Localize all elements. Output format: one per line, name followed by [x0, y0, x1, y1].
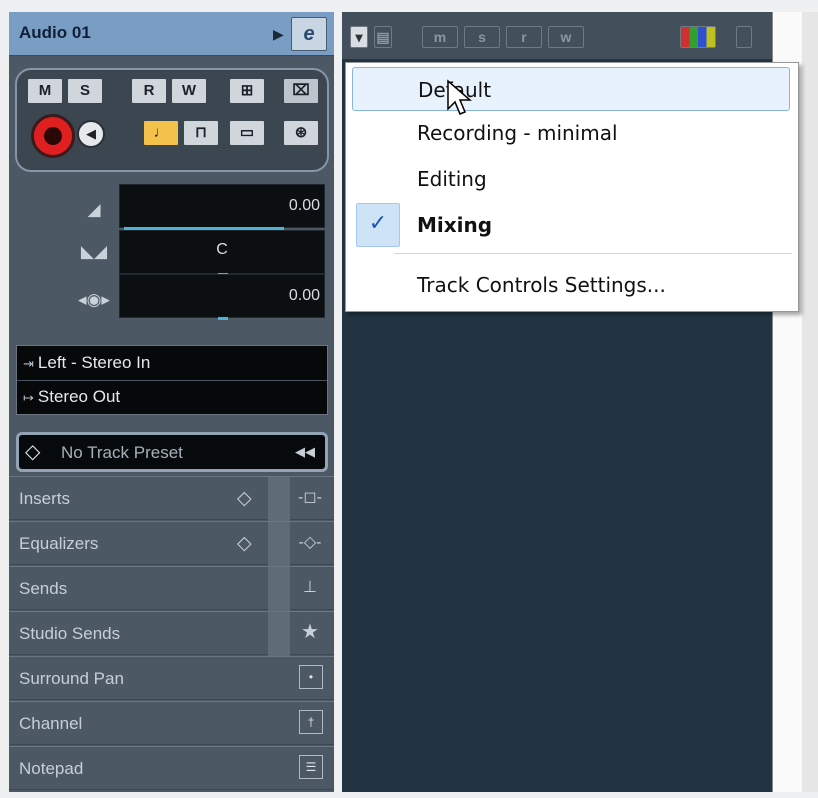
divider — [17, 380, 327, 381]
output-routing[interactable]: ↦ Stereo Out — [23, 382, 120, 412]
preset-arrows-icon[interactable]: ◀◀ — [295, 444, 315, 460]
section-notepad[interactable]: Notepad ☰ — [9, 746, 334, 790]
global-solo-button[interactable]: s — [464, 26, 500, 48]
menu-item-label: Recording - minimal — [417, 121, 618, 145]
scrollbar-handle[interactable] — [736, 26, 752, 48]
channel-icon[interactable]: † — [299, 710, 323, 734]
menu-item-editing[interactable]: Editing — [352, 157, 790, 201]
section-label: Channel — [19, 714, 83, 733]
menu-item-track-controls-settings[interactable]: Track Controls Settings... — [352, 263, 790, 307]
section-studio-sends[interactable]: Studio Sends ★ — [9, 611, 334, 656]
diamond-icon: ◇ — [237, 533, 252, 554]
track-header[interactable]: Audio 01 ▶ e — [9, 12, 334, 56]
checkmark-icon: ✓ — [356, 203, 400, 247]
section-label: Studio Sends — [19, 624, 121, 643]
section-surround-pan[interactable]: Surround Pan • — [9, 656, 334, 700]
surround-pan-icon[interactable]: • — [299, 665, 323, 689]
input-routing-label: Left - Stereo In — [37, 353, 151, 372]
write-automation-button[interactable]: W — [171, 78, 207, 104]
lock-icon[interactable]: ⊓ — [183, 120, 219, 146]
lane-display-icon[interactable]: ▭ — [229, 120, 265, 146]
routing-panel: ⇥ Left - Stereo In ↦ Stereo Out — [16, 345, 328, 415]
delay-field[interactable]: 0.00 — [119, 274, 325, 320]
section-equalizers[interactable]: Equalizers ◇ -◇- — [9, 521, 334, 566]
track-preset-field[interactable]: ◇ No Track Preset ◀◀ — [16, 432, 328, 472]
channel-config-icon[interactable]: ⊛ — [283, 120, 319, 146]
volume-field[interactable]: 0.00 — [119, 184, 325, 230]
level-controls: ◢ 0.00 ◣◢ C ◂◉▸ 0.00 — [9, 172, 334, 332]
delay-indicator — [218, 317, 228, 320]
notepad-icon[interactable]: ☰ — [299, 755, 323, 779]
expand-triangle-icon[interactable]: ▶ — [273, 26, 284, 43]
section-slot — [268, 612, 290, 656]
output-routing-label: Stereo Out — [37, 387, 121, 406]
track-inspector: Audio 01 ▶ e M S R W ⊞ ⌧ ◀ ♩ ⊓ ▭ ⊛ ◢ 0.0… — [9, 12, 334, 792]
section-label: Surround Pan — [19, 669, 124, 688]
input-icon: ⇥ — [23, 356, 34, 371]
menu-item-label: Track Controls Settings... — [417, 273, 666, 297]
lanes-icon[interactable]: ⊞ — [229, 78, 265, 104]
section-channel[interactable]: Channel † — [9, 701, 334, 745]
section-label: Equalizers — [19, 534, 99, 553]
section-slot — [268, 477, 290, 521]
record-enable-button[interactable] — [31, 114, 75, 158]
pan-field[interactable]: C — [119, 230, 325, 276]
section-slot — [268, 567, 290, 611]
section-sends[interactable]: Sends ⊥ — [9, 566, 334, 611]
freeze-icon[interactable]: ⌧ — [283, 78, 319, 104]
star-icon[interactable]: ★ — [296, 619, 324, 644]
menu-item-label: Editing — [417, 167, 487, 191]
menu-item-label: Mixing — [417, 213, 493, 237]
sends-icon[interactable]: ⊥ — [296, 577, 324, 597]
app-window: Audio 01 ▶ e M S R W ⊞ ⌧ ◀ ♩ ⊓ ▭ ⊛ ◢ 0.0… — [0, 0, 818, 798]
section-slot — [268, 522, 290, 566]
volume-value: 0.00 — [288, 197, 320, 214]
event-display-edge — [802, 12, 818, 792]
edit-channel-button[interactable]: e — [291, 17, 327, 51]
global-write-button[interactable]: w — [548, 26, 584, 48]
menu-item-default[interactable]: Default — [352, 67, 790, 111]
menu-item-mixing[interactable]: ✓ Mixing — [352, 203, 790, 247]
delay-value: 0.00 — [288, 287, 320, 304]
diamond-icon: ◇ — [237, 488, 252, 509]
mouse-cursor-icon — [447, 79, 473, 115]
mute-button[interactable]: M — [27, 78, 63, 104]
monitor-button[interactable]: ◀ — [77, 120, 105, 148]
track-title: Audio 01 — [19, 23, 91, 42]
section-inserts[interactable]: Inserts ◇ -◻- — [9, 476, 334, 521]
dropdown-icon[interactable]: ▾ — [350, 26, 368, 48]
menu-separator — [394, 253, 792, 254]
input-routing[interactable]: ⇥ Left - Stereo In — [23, 348, 150, 378]
section-label: Inserts — [19, 489, 71, 508]
solo-button[interactable]: S — [67, 78, 103, 104]
track-colors-icon[interactable] — [680, 26, 716, 48]
equalizer-icon[interactable]: -◇- — [296, 532, 324, 552]
menu-item-recording-minimal[interactable]: Recording - minimal — [352, 111, 790, 155]
global-mute-button[interactable]: m — [422, 26, 458, 48]
preset-diamond-icon: ◇ — [25, 441, 41, 463]
section-label: Notepad — [19, 759, 84, 778]
pan-value: C — [216, 241, 228, 258]
track-controls-menu: Default Recording - minimal Editing ✓ Mi… — [345, 62, 799, 312]
track-list-toolbar: ▾ ▤ m s r w — [342, 12, 772, 60]
track-controls-panel: M S R W ⊞ ⌧ ◀ ♩ ⊓ ▭ ⊛ — [15, 68, 329, 172]
global-read-button[interactable]: r — [506, 26, 542, 48]
musical-mode-icon[interactable]: ♩ — [143, 120, 179, 146]
output-icon: ↦ — [23, 390, 34, 405]
settings-icon[interactable]: ▤ — [374, 26, 392, 48]
preset-label: No Track Preset — [61, 443, 183, 462]
inserts-icon[interactable]: -◻- — [296, 487, 324, 507]
read-automation-button[interactable]: R — [131, 78, 167, 104]
section-label: Sends — [19, 579, 68, 598]
